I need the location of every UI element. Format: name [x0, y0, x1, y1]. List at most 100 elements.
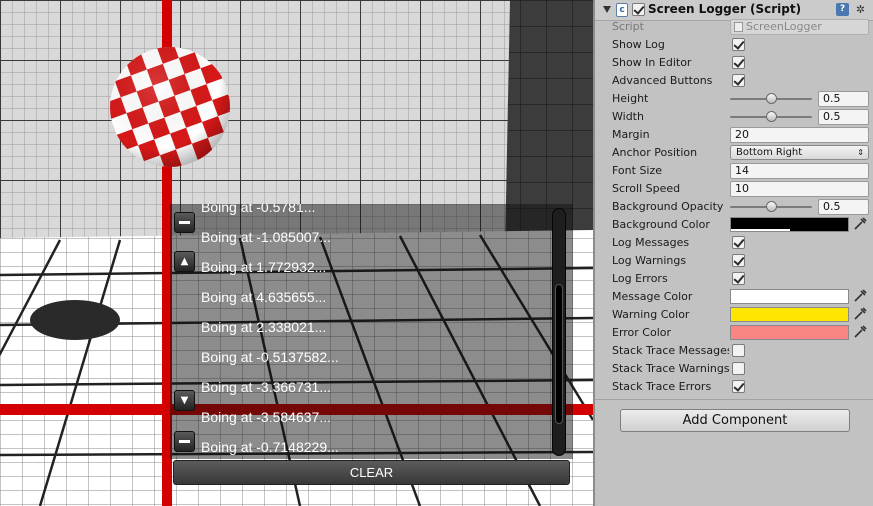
row-log-warnings: Log Warnings [595, 252, 873, 270]
log-warnings-label: Log Warnings [612, 254, 687, 267]
log-message: Boing at -0.7148229... [201, 439, 339, 455]
row-log-messages: Log Messages [595, 234, 873, 252]
show-log-checkbox[interactable] [732, 38, 745, 51]
scroll-down-button[interactable]: ▼ [174, 390, 195, 411]
show-in-editor-label: Show In Editor [612, 56, 692, 69]
script-icon: c [616, 3, 628, 17]
opacity-slider-thumb[interactable] [765, 201, 777, 212]
log-scrollbar-thumb[interactable] [555, 284, 563, 425]
height-field[interactable]: 0.5 [818, 91, 869, 107]
up-arrow-icon: ▲ [180, 256, 189, 267]
anchor-position-value: Bottom Right [736, 147, 803, 158]
log-message: Boing at -1.085007... [201, 229, 331, 245]
minus-icon [179, 221, 190, 224]
background-color-label: Background Color [612, 218, 710, 231]
scroll-speed-label: Scroll Speed [612, 182, 681, 195]
eyedropper-icon[interactable] [852, 324, 868, 340]
stack-trace-messages-label: Stack Trace Messages [612, 344, 729, 357]
height-label: Height [612, 92, 649, 105]
row-warning-color: Warning Color [595, 306, 873, 324]
font-size-field[interactable]: 14 [730, 163, 869, 179]
eyedropper-icon[interactable] [852, 216, 868, 232]
font-size-label: Font Size [612, 164, 663, 177]
log-warnings-checkbox[interactable] [732, 254, 745, 267]
warning-color-swatch[interactable] [730, 307, 849, 322]
scroll-top-button[interactable] [174, 212, 195, 233]
stack-trace-errors-checkbox[interactable] [732, 380, 745, 393]
row-log-errors: Log Errors [595, 270, 873, 288]
screen-logger-panel: Boing at -0.5781... Boing at -1.085007..… [170, 204, 573, 486]
stack-trace-messages-checkbox[interactable] [732, 344, 745, 357]
foldout-arrow-icon[interactable] [603, 6, 611, 13]
margin-label: Margin [612, 128, 650, 141]
width-label: Width [612, 110, 644, 123]
log-errors-checkbox[interactable] [732, 272, 745, 285]
margin-field[interactable]: 20 [730, 127, 869, 143]
script-value: ScreenLogger [746, 20, 822, 33]
eyedropper-icon[interactable] [852, 306, 868, 322]
background-opacity-label: Background Opacity [612, 200, 724, 213]
row-stack-trace-warnings: Stack Trace Warnings [595, 360, 873, 378]
error-color-label: Error Color [612, 326, 672, 339]
background-color-swatch[interactable] [730, 217, 849, 232]
gear-icon[interactable]: ✲ [854, 3, 867, 16]
log-messages-checkbox[interactable] [732, 236, 745, 249]
advanced-buttons-checkbox[interactable] [732, 74, 745, 87]
message-color-swatch[interactable] [730, 289, 849, 304]
inspector-panel: c Screen Logger (Script) ? ✲ Script Scre… [593, 0, 873, 506]
row-advanced-buttons: Advanced Buttons [595, 72, 873, 90]
height-slider-thumb[interactable] [765, 93, 777, 104]
component-title: Screen Logger (Script) [648, 2, 802, 16]
script-field[interactable]: ScreenLogger [730, 19, 869, 35]
add-component-button[interactable]: Add Component [620, 409, 850, 432]
log-scrollbar[interactable] [552, 208, 566, 456]
log-message: Boing at -0.5137582... [201, 349, 339, 365]
row-show-in-editor: Show In Editor [595, 54, 873, 72]
log-message: Boing at -0.5781... [201, 204, 316, 215]
script-file-icon [734, 22, 743, 32]
row-stack-trace-messages: Stack Trace Messages [595, 342, 873, 360]
log-message: Boing at 1.772932... [201, 259, 327, 275]
stack-trace-warnings-label: Stack Trace Warnings [612, 362, 729, 375]
error-color-swatch[interactable] [730, 325, 849, 340]
clear-button[interactable]: CLEAR [173, 460, 570, 485]
row-message-color: Message Color [595, 288, 873, 306]
row-background-color: Background Color [595, 216, 873, 234]
anchor-position-label: Anchor Position [612, 146, 698, 159]
scroll-up-button[interactable]: ▲ [174, 251, 195, 272]
component-enabled-checkbox[interactable] [632, 3, 645, 16]
scene-viewport[interactable]: Boing at -0.5781... Boing at -1.085007..… [0, 0, 593, 506]
show-in-editor-checkbox[interactable] [732, 56, 745, 69]
log-message: Boing at 2.338021... [201, 319, 327, 335]
log-message-list[interactable]: Boing at -0.5781... Boing at -1.085007..… [201, 204, 556, 459]
message-color-label: Message Color [612, 290, 693, 303]
stack-trace-warnings-checkbox[interactable] [732, 362, 745, 375]
anchor-position-dropdown[interactable]: Bottom Right ⇕ [730, 145, 869, 160]
row-script: Script ScreenLogger [595, 18, 873, 36]
row-width: Width 0.5 [595, 108, 873, 126]
log-message: Boing at -3.584637... [201, 409, 331, 425]
dropdown-arrows-icon: ⇕ [857, 148, 864, 157]
row-anchor-position: Anchor Position Bottom Right ⇕ [595, 144, 873, 162]
script-label: Script [612, 20, 644, 33]
log-message: Boing at 4.635655... [201, 289, 327, 305]
row-error-color: Error Color [595, 324, 873, 342]
log-message: Boing at -3.366731... [201, 379, 331, 395]
scroll-speed-field[interactable]: 10 [730, 181, 869, 197]
minus-icon [179, 440, 190, 443]
width-field[interactable]: 0.5 [818, 109, 869, 125]
divider [595, 399, 873, 400]
log-messages-label: Log Messages [612, 236, 690, 249]
alpha-bar [731, 229, 790, 231]
down-arrow-icon: ▼ [180, 395, 189, 406]
log-errors-label: Log Errors [612, 272, 668, 285]
help-icon[interactable]: ? [836, 3, 849, 16]
row-margin: Margin 20 [595, 126, 873, 144]
row-scroll-speed: Scroll Speed 10 [595, 180, 873, 198]
row-height: Height 0.5 [595, 90, 873, 108]
scroll-bottom-button[interactable] [174, 431, 195, 452]
background-opacity-field[interactable]: 0.5 [818, 199, 869, 215]
width-slider-thumb[interactable] [765, 111, 777, 122]
eyedropper-icon[interactable] [852, 288, 868, 304]
row-background-opacity: Background Opacity 0.5 [595, 198, 873, 216]
